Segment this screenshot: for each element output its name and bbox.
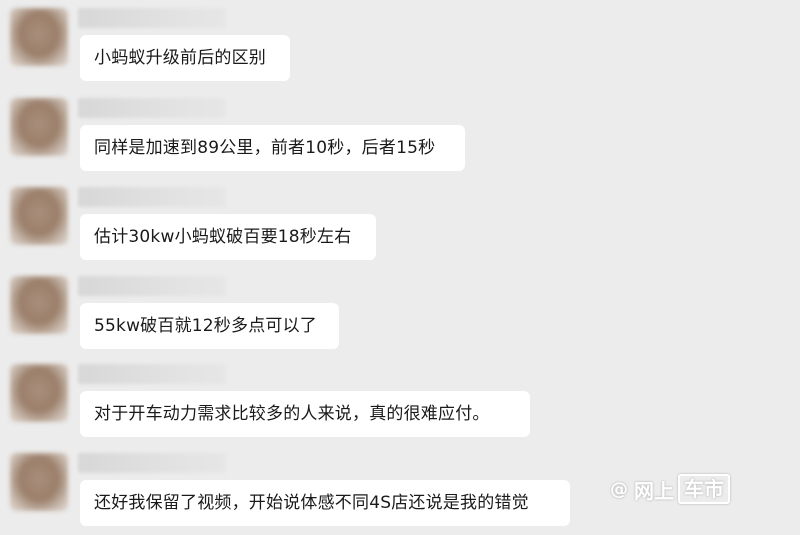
sender-name <box>78 364 226 384</box>
message-text: 同样是加速到89公里，前者10秒，后者15秒 <box>94 138 436 158</box>
avatar[interactable] <box>10 276 68 334</box>
sender-name <box>78 8 226 28</box>
sender-name <box>78 187 226 207</box>
message-text: 55kw破百就12秒多点可以了 <box>94 316 318 336</box>
message-bubble[interactable]: 还好我保留了视频，开始说体感不同4S店还说是我的错觉 <box>80 480 570 526</box>
avatar[interactable] <box>10 8 68 66</box>
avatar[interactable] <box>10 98 68 156</box>
chat-message: 对于开车动力需求比较多的人来说，真的很难应付。 <box>0 356 800 446</box>
avatar[interactable] <box>10 187 68 245</box>
chat-message: 小蚂蚁升级前后的区别 <box>0 0 800 90</box>
sender-name <box>78 276 226 296</box>
message-bubble[interactable]: 小蚂蚁升级前后的区别 <box>80 35 290 81</box>
message-bubble[interactable]: 同样是加速到89公里，前者10秒，后者15秒 <box>80 125 465 171</box>
message-bubble[interactable]: 55kw破百就12秒多点可以了 <box>80 303 339 349</box>
message-bubble[interactable]: 估计30kw小蚂蚁破百要18秒左右 <box>80 214 376 260</box>
message-text: 对于开车动力需求比较多的人来说，真的很难应付。 <box>94 404 490 424</box>
message-bubble[interactable]: 对于开车动力需求比较多的人来说，真的很难应付。 <box>80 391 530 437</box>
chat-message: 55kw破百就12秒多点可以了 <box>0 268 800 358</box>
avatar[interactable] <box>10 364 68 422</box>
watermark-badge: 车市 <box>678 474 730 504</box>
message-text: 还好我保留了视频，开始说体感不同4S店还说是我的错觉 <box>94 493 529 513</box>
watermark-logo: @ 网上 车市 <box>610 472 730 506</box>
message-text: 估计30kw小蚂蚁破百要18秒左右 <box>94 227 352 247</box>
chat-message: 同样是加速到89公里，前者10秒，后者15秒 <box>0 90 800 180</box>
chat-message: 估计30kw小蚂蚁破百要18秒左右 <box>0 179 800 269</box>
at-symbol-icon: @ <box>610 478 628 500</box>
avatar[interactable] <box>10 453 68 511</box>
watermark-text: 网上 <box>634 478 674 503</box>
chat-history: 小蚂蚁升级前后的区别 同样是加速到89公里，前者10秒，后者15秒 估计30kw… <box>0 0 800 533</box>
message-text: 小蚂蚁升级前后的区别 <box>94 48 266 68</box>
sender-name <box>78 453 226 473</box>
sender-name <box>78 98 226 118</box>
